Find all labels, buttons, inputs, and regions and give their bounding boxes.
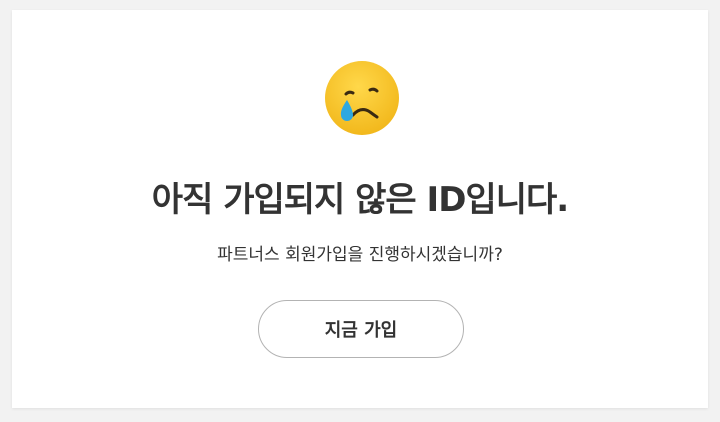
- crying-face-icon: [325, 61, 399, 135]
- signup-prompt: 파트너스 회원가입을 진행하시겠습니까?: [217, 245, 503, 265]
- page-title: 아직 가입되지 않은 ID입니다.: [151, 180, 569, 220]
- not-registered-dialog: 아직 가입되지 않은 ID입니다. 파트너스 회원가입을 진행하시겠습니까? 지…: [12, 10, 708, 408]
- signup-now-button[interactable]: 지금 가입: [258, 300, 464, 358]
